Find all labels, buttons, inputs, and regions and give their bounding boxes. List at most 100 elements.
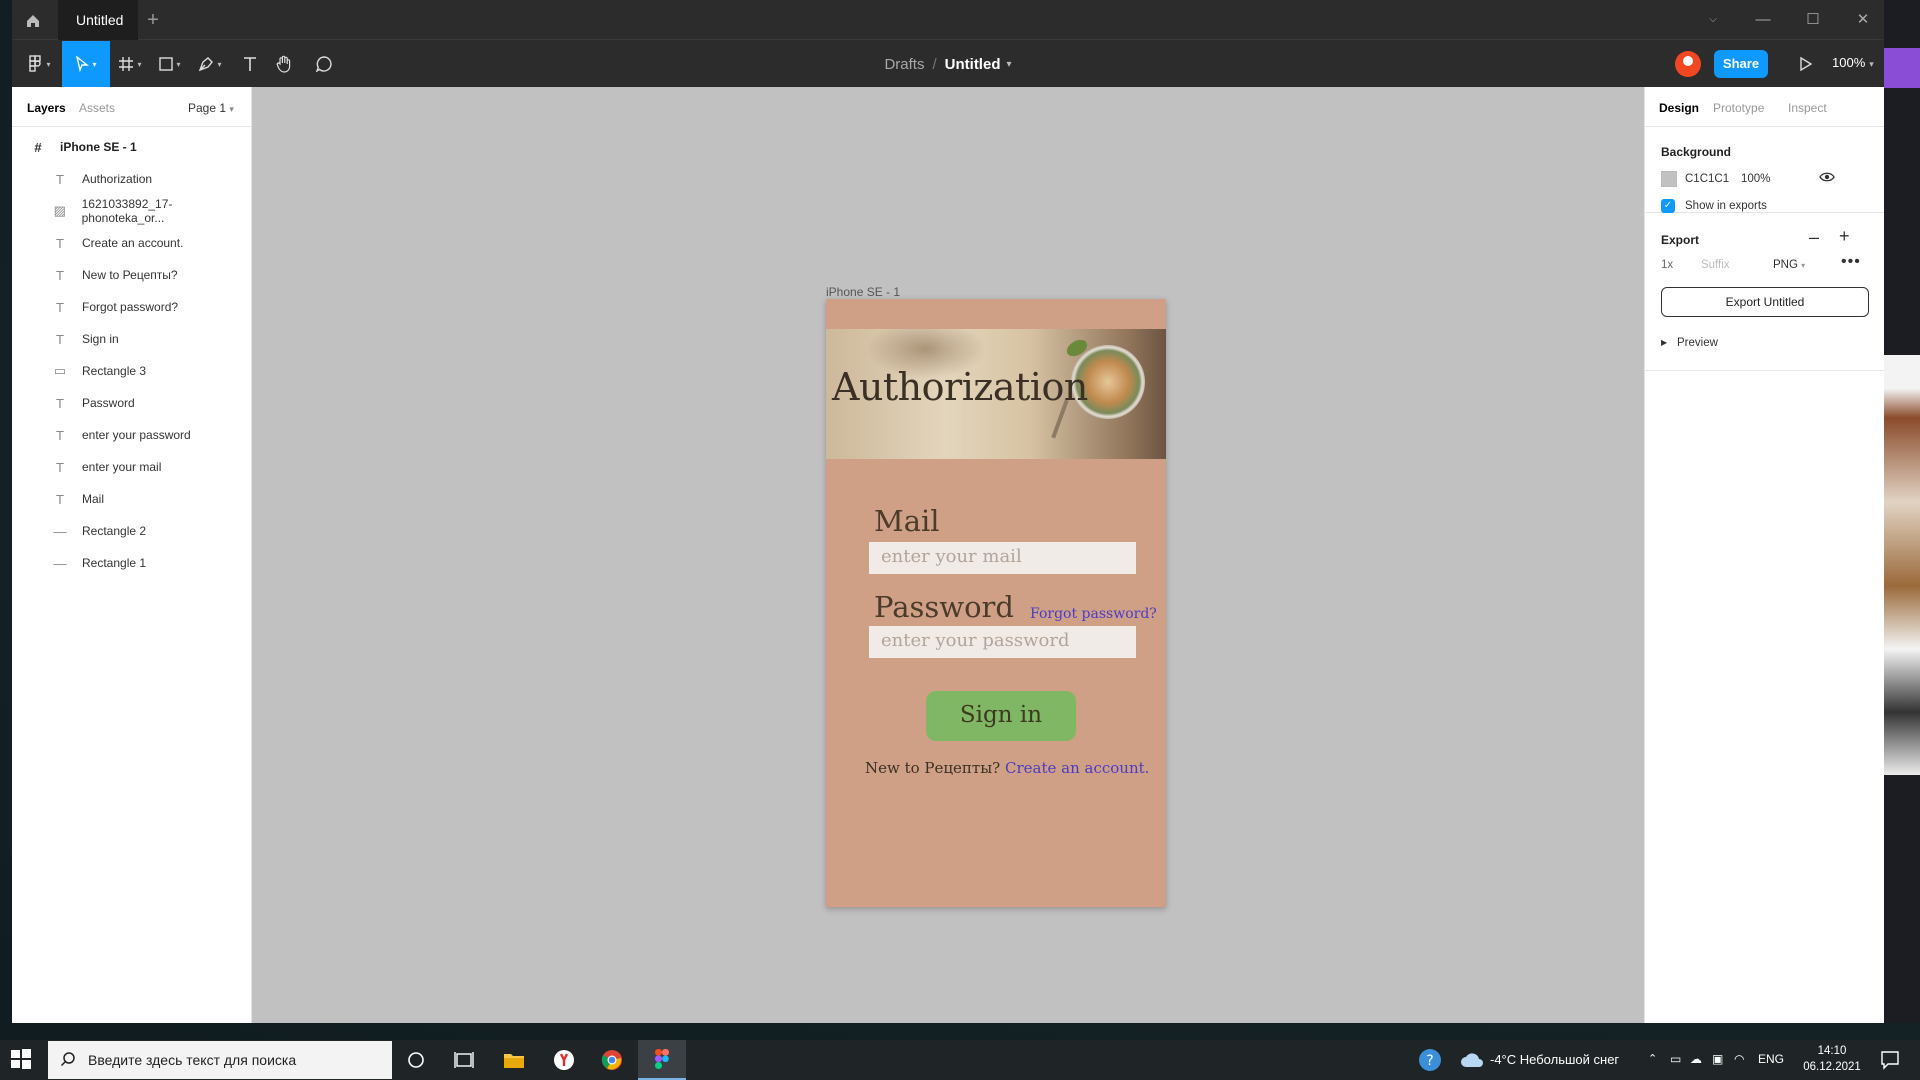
rectangle-tool-icon[interactable]: ▾ xyxy=(150,41,190,87)
network-icon[interactable]: ▭ xyxy=(1670,1052,1681,1066)
add-export-icon[interactable]: + xyxy=(1839,226,1850,247)
comment-tool-icon[interactable] xyxy=(304,41,344,87)
yandex-browser-icon[interactable] xyxy=(540,1040,588,1080)
layer-item[interactable]: ▭ Rectangle 3 xyxy=(12,355,251,387)
remove-export-icon[interactable]: – xyxy=(1809,227,1819,248)
language-indicator[interactable]: ENG xyxy=(1758,1052,1784,1066)
password-label[interactable]: Password xyxy=(874,590,1014,624)
file-name[interactable]: Untitled xyxy=(945,56,1001,73)
main-menu-icon[interactable]: ▾ xyxy=(20,41,60,87)
header-food-image[interactable]: Authorization xyxy=(826,329,1166,459)
new-tab-button[interactable]: + xyxy=(142,9,164,31)
notification-badge xyxy=(1884,48,1920,88)
cortana-icon[interactable] xyxy=(392,1040,440,1080)
layer-label: Rectangle 3 xyxy=(82,364,147,378)
weather-cloud-icon[interactable] xyxy=(1460,1050,1484,1075)
clock-date: 06.12.2021 xyxy=(1803,1061,1861,1073)
file-explorer-icon[interactable] xyxy=(490,1040,538,1080)
mail-input[interactable]: enter your mail xyxy=(869,542,1136,574)
forgot-password-link[interactable]: Forgot password? xyxy=(1030,606,1157,622)
cloud-sync-icon[interactable]: ☁ xyxy=(1690,1052,1702,1066)
notifications-icon[interactable] xyxy=(1880,1050,1900,1075)
text-icon: T xyxy=(56,267,64,283)
clock[interactable]: 14:10 06.12.2021 xyxy=(1800,1043,1864,1075)
layer-item[interactable]: T Sign in xyxy=(12,323,251,355)
chevron-up-icon[interactable]: ⌃ xyxy=(1648,1052,1657,1065)
canvas[interactable]: iPhone SE - 1 Authorization Mail enter y… xyxy=(252,87,1644,1023)
chrome-icon[interactable] xyxy=(588,1040,636,1080)
authorization-title[interactable]: Authorization xyxy=(832,365,1088,409)
layer-label: Sign in xyxy=(82,332,119,346)
password-placeholder: enter your password xyxy=(881,630,1070,651)
caret-right-icon[interactable]: ▶ xyxy=(1661,338,1667,347)
screen-icon[interactable]: ▣ xyxy=(1712,1052,1723,1066)
layer-item[interactable]: T New to Рецепты? xyxy=(12,259,251,291)
password-input[interactable]: enter your password xyxy=(869,626,1136,658)
close-button[interactable]: ✕ xyxy=(1850,8,1876,32)
tab-assets[interactable]: Assets xyxy=(79,101,115,115)
hand-tool-icon[interactable] xyxy=(264,41,304,87)
frame-tool-icon[interactable]: ▾ xyxy=(110,41,150,87)
present-play-icon[interactable] xyxy=(1794,53,1816,75)
background-opacity[interactable]: 100% xyxy=(1741,173,1770,185)
layer-label: Forgot password? xyxy=(82,300,179,314)
windows-start-icon[interactable] xyxy=(10,1048,34,1072)
iphone-frame[interactable]: Authorization Mail enter your mail Passw… xyxy=(826,299,1166,907)
task-view-icon[interactable] xyxy=(440,1040,488,1080)
zoom-dropdown[interactable]: 100% ▾ xyxy=(1832,55,1874,70)
layer-item[interactable]: T Authorization xyxy=(12,163,251,195)
text-icon: T xyxy=(56,331,64,347)
new-to-text[interactable]: New to Рецепты? xyxy=(865,759,1000,777)
export-format-value: PNG xyxy=(1773,259,1798,271)
tab-prototype[interactable]: Prototype xyxy=(1713,101,1764,115)
export-scale[interactable]: 1x xyxy=(1661,259,1673,271)
taskbar-search[interactable]: Введите здесь текст для поиска xyxy=(48,1041,392,1079)
weather-text[interactable]: -4°C Небольшой снег xyxy=(1490,1052,1619,1067)
pen-tool-icon[interactable]: ▾ xyxy=(190,41,230,87)
tab-inspect[interactable]: Inspect xyxy=(1788,101,1827,115)
layer-item[interactable]: Tenter your mail xyxy=(12,451,251,483)
layer-frame-iphone-se[interactable]: # iPhone SE - 1 xyxy=(12,131,251,163)
export-format-select[interactable]: PNG ▾ xyxy=(1773,259,1805,271)
page-selector[interactable]: Page 1 ▾ xyxy=(188,101,234,115)
line-icon: — xyxy=(53,523,67,539)
layer-item[interactable]: T Forgot password? xyxy=(12,291,251,323)
background-color-swatch[interactable] xyxy=(1661,171,1677,187)
show-in-exports-checkbox[interactable]: ✓ xyxy=(1661,199,1675,213)
minimize-button[interactable]: — xyxy=(1750,8,1776,32)
export-section: Export – + 1x Suffix PNG ▾ ••• Export Un… xyxy=(1645,213,1884,371)
export-button[interactable]: Export Untitled xyxy=(1661,287,1869,317)
create-account-link[interactable]: Create an account. xyxy=(1005,759,1149,777)
eye-icon[interactable] xyxy=(1819,170,1835,187)
help-circle-icon[interactable]: ? xyxy=(1418,1048,1442,1077)
mail-placeholder: enter your mail xyxy=(881,546,1022,567)
avatar[interactable] xyxy=(1675,51,1701,77)
layer-item[interactable]: T Mail xyxy=(12,483,251,515)
preview-toggle[interactable]: Preview xyxy=(1677,337,1718,349)
tab-layers[interactable]: Layers xyxy=(27,101,66,115)
layer-item[interactable]: Tenter your password xyxy=(12,419,251,451)
layer-item[interactable]: T Create an account. xyxy=(12,227,251,259)
background-hex[interactable]: C1C1C1 xyxy=(1685,173,1729,185)
layer-label: 1621033892_17-phonoteka_or... xyxy=(81,197,173,225)
breadcrumb-drafts[interactable]: Drafts xyxy=(884,56,924,73)
layer-item[interactable]: — Rectangle 2 xyxy=(12,515,251,547)
share-button[interactable]: Share xyxy=(1714,50,1768,78)
tab-design[interactable]: Design xyxy=(1659,101,1699,115)
frame-label[interactable]: iPhone SE - 1 xyxy=(826,285,900,299)
chevron-down-icon[interactable]: ▾ xyxy=(1006,59,1011,70)
layer-item[interactable]: T Password xyxy=(12,387,251,419)
layer-item[interactable]: — Rectangle 1 xyxy=(12,547,251,579)
more-options-icon[interactable]: ••• xyxy=(1841,253,1861,271)
sign-in-button[interactable]: Sign in xyxy=(926,691,1076,741)
export-suffix-input[interactable]: Suffix xyxy=(1701,259,1730,271)
tab-untitled[interactable]: Untitled xyxy=(58,0,138,40)
mail-label[interactable]: Mail xyxy=(874,504,940,538)
figma-taskbar-icon[interactable] xyxy=(638,1040,686,1080)
move-tool[interactable]: ▾ xyxy=(62,41,110,87)
layer-item[interactable]: ▨ 1621033892_17-phonoteka_or... xyxy=(12,195,251,227)
wifi-icon[interactable]: ◠ xyxy=(1734,1052,1744,1066)
tabs-dropdown-icon[interactable]: ⌵ xyxy=(1700,8,1726,32)
home-icon[interactable] xyxy=(20,8,46,34)
maximize-button[interactable]: ☐ xyxy=(1800,8,1826,32)
